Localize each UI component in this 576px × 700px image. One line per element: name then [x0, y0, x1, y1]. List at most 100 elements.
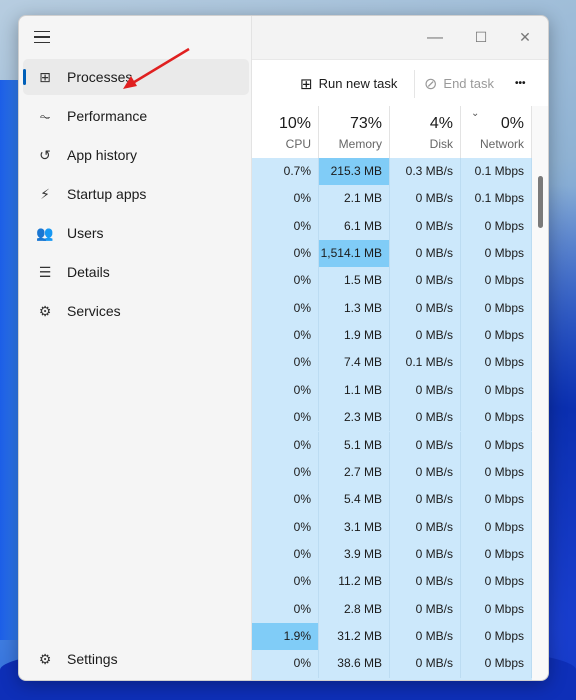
run-new-task-label: Run new task: [318, 76, 398, 91]
sidebar-item-label: Services: [67, 303, 121, 319]
sidebar-item-label: Settings: [67, 651, 118, 667]
scrollbar-thumb[interactable]: [538, 176, 543, 228]
cell-cpu: 0%: [252, 431, 319, 459]
cell-network: 0 Mbps: [461, 568, 532, 596]
cell-cpu: 0%: [252, 185, 319, 213]
sidebar-item-performance[interactable]: ⏦ Performance: [23, 98, 249, 134]
table-row[interactable]: 0% 2.7 MB 0 MB/s 0 Mbps: [252, 458, 532, 487]
table-row[interactable]: 0% 38.6 MB 0 MB/s 0 Mbps: [252, 650, 532, 678]
table-row[interactable]: 0% 5.4 MB 0 MB/s 0 Mbps: [252, 486, 532, 514]
table-row[interactable]: 0% 2.3 MB 0 MB/s 0 Mbps: [252, 404, 532, 432]
cell-network: 0 Mbps: [461, 294, 532, 323]
cell-cpu: 0%: [252, 486, 319, 514]
hamburger-menu-icon[interactable]: [31, 28, 53, 46]
cell-network: 0 Mbps: [461, 376, 532, 405]
cell-cpu: 0%: [252, 568, 319, 596]
table-row[interactable]: 0% 3.9 MB 0 MB/s 0 Mbps: [252, 540, 532, 569]
close-button[interactable]: ✕: [502, 16, 548, 59]
column-usage: 4%: [429, 115, 453, 132]
sidebar-item-processes[interactable]: ⊞ Processes: [23, 59, 249, 95]
cell-disk: 0.3 MB/s: [390, 158, 461, 186]
cell-disk: 0.1 MB/s: [390, 349, 461, 377]
table-row[interactable]: 0% 11.2 MB 0 MB/s 0 Mbps: [252, 568, 532, 596]
app-history-icon: ↺: [39, 146, 51, 163]
cell-network: 0 Mbps: [461, 240, 532, 268]
cell-disk: 0 MB/s: [390, 486, 461, 514]
cell-cpu: 1.9%: [252, 622, 319, 651]
column-header-cpu[interactable]: 10% CPU: [252, 106, 319, 158]
cell-memory: 1.5 MB: [319, 267, 390, 295]
cell-disk: 0 MB/s: [390, 431, 461, 459]
cell-network: 0 Mbps: [461, 513, 532, 541]
maximize-button[interactable]: ☐: [458, 16, 504, 59]
table-row[interactable]: 0% 3.1 MB 0 MB/s 0 Mbps: [252, 513, 532, 541]
column-name: Disk: [429, 137, 453, 151]
cell-cpu: 0%: [252, 349, 319, 377]
end-task-button[interactable]: ⊘ End task: [424, 60, 494, 107]
table-row[interactable]: 0% 1.9 MB 0 MB/s 0 Mbps: [252, 322, 532, 350]
column-header-disk[interactable]: 4% Disk: [390, 106, 461, 158]
sidebar: ⊞ Processes ⏦ Performance ↺ App history ⚡ Start…: [19, 16, 252, 680]
sort-chevron-icon: ⌄: [471, 108, 480, 119]
sidebar-item-label: Performance: [67, 108, 148, 124]
sidebar-item-settings[interactable]: ⚙ Settings: [23, 641, 249, 677]
table-row[interactable]: 0% 1,514.1 MB 0 MB/s 0 Mbps: [252, 240, 532, 268]
table-row[interactable]: 0% 2.1 MB 0 MB/s 0.1 Mbps: [252, 185, 532, 213]
table-row[interactable]: 0% 2.8 MB 0 MB/s 0 Mbps: [252, 595, 532, 623]
cell-network: 0 Mbps: [461, 622, 532, 651]
sidebar-item-details[interactable]: ☰ Details: [23, 254, 249, 290]
cell-memory: 2.3 MB: [319, 404, 390, 432]
cell-disk: 0 MB/s: [390, 650, 461, 678]
process-table: 10% CPU 73% Memory 4% Disk ⌄ 0% Network 0.7% 215.…: [252, 106, 532, 680]
column-header-network[interactable]: ⌄ 0% Network: [461, 106, 532, 158]
column-header-memory[interactable]: 73% Memory: [319, 106, 390, 158]
cell-network: 0.1 Mbps: [461, 185, 532, 213]
cell-network: 0 Mbps: [461, 322, 532, 350]
services-icon: ⚙: [38, 302, 52, 319]
sidebar-item-startup-apps[interactable]: ⚡ Startup apps: [23, 176, 249, 212]
sidebar-item-users[interactable]: 👥 Users: [23, 215, 249, 251]
cell-memory: 3.1 MB: [319, 513, 390, 541]
cell-cpu: 0%: [252, 212, 319, 241]
details-icon: ☰: [38, 263, 52, 280]
cell-memory: 31.2 MB: [319, 622, 390, 651]
more-options-button[interactable]: •••: [515, 60, 526, 107]
table-row[interactable]: 1.9% 31.2 MB 0 MB/s 0 Mbps: [252, 622, 532, 651]
cell-disk: 0 MB/s: [390, 540, 461, 569]
sidebar-item-label: Users: [67, 225, 104, 241]
toolbar-divider: [414, 70, 415, 98]
table-body: 0.7% 215.3 MB 0.3 MB/s 0.1 Mbps 0% 2.1 MB 0 MB…: [252, 158, 532, 680]
table-row[interactable]: 0% 1.1 MB 0 MB/s 0 Mbps: [252, 376, 532, 405]
cell-memory: 2.7 MB: [319, 458, 390, 487]
vertical-scrollbar[interactable]: [532, 106, 548, 680]
cell-cpu: 0%: [252, 540, 319, 569]
minimize-button[interactable]: —: [412, 16, 458, 59]
cell-disk: 0 MB/s: [390, 212, 461, 241]
cell-disk: 0 MB/s: [390, 513, 461, 541]
cell-disk: 0 MB/s: [390, 404, 461, 432]
table-row[interactable]: 0% 1.5 MB 0 MB/s 0 Mbps: [252, 267, 532, 295]
toolbar: ⊞ Run new task ⊘ End task •••: [252, 59, 548, 106]
performance-icon: ⏦: [39, 107, 51, 124]
cell-network: 0 Mbps: [461, 650, 532, 678]
table-row[interactable]: 0% 7.4 MB 0.1 MB/s 0 Mbps: [252, 349, 532, 377]
sidebar-item-services[interactable]: ⚙ Services: [23, 293, 249, 329]
cell-memory: 1.3 MB: [319, 294, 390, 323]
cell-network: 0 Mbps: [461, 486, 532, 514]
sidebar-item-label: Processes: [67, 69, 133, 85]
cell-cpu: 0%: [252, 650, 319, 678]
cell-memory: 1,514.1 MB: [319, 240, 390, 268]
table-row[interactable]: 0.7% 215.3 MB 0.3 MB/s 0.1 Mbps: [252, 158, 532, 186]
cell-memory: 11.2 MB: [319, 568, 390, 596]
cell-disk: 0 MB/s: [390, 376, 461, 405]
sidebar-item-app-history[interactable]: ↺ App history: [23, 137, 249, 173]
main-pane: — ☐ ✕ ⊞ Run new task ⊘ End task ••• 10% C…: [252, 16, 548, 680]
table-row[interactable]: 0% 6.1 MB 0 MB/s 0 Mbps: [252, 212, 532, 241]
table-row[interactable]: 0% 5.1 MB 0 MB/s 0 Mbps: [252, 431, 532, 459]
table-row[interactable]: 0% 1.3 MB 0 MB/s 0 Mbps: [252, 294, 532, 323]
column-name: Memory: [338, 137, 382, 151]
cell-memory: 38.6 MB: [319, 650, 390, 678]
run-new-task-button[interactable]: ⊞ Run new task: [300, 60, 397, 107]
end-task-label: End task: [443, 76, 494, 91]
column-usage: 73%: [349, 115, 382, 132]
